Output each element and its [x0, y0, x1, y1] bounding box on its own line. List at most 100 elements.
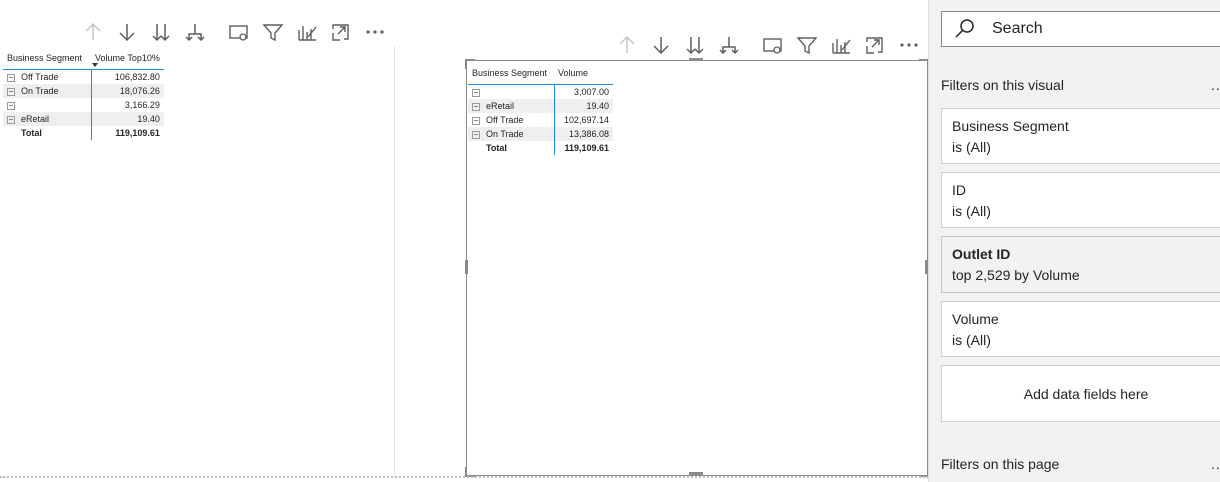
filter-field-name: Outlet ID — [952, 246, 1011, 262]
visual2-toolbar — [610, 31, 926, 59]
add-data-fields-dropzone[interactable]: Add data fields here — [941, 365, 1220, 422]
analytics-icon[interactable] — [824, 31, 858, 59]
table-row: 3,166.29 — [3, 98, 164, 112]
matrix-table: Business Segment Volume 3,007.00 eRetail… — [468, 62, 613, 155]
next-level-double-arrow-icon[interactable] — [144, 18, 178, 46]
header-business-segment[interactable]: Business Segment — [3, 47, 91, 70]
next-level-double-arrow-icon[interactable] — [678, 31, 712, 59]
table-row: eRetail 19.40 — [3, 112, 164, 126]
row-label: eRetail — [3, 112, 92, 126]
row-value: 106,832.80 — [114, 72, 160, 82]
total-text: Total — [486, 143, 507, 153]
more-options-icon[interactable] — [358, 18, 392, 46]
visual1-toolbar — [76, 18, 392, 46]
segment-name: On Trade — [21, 86, 59, 96]
drill-down-arrow-icon[interactable] — [644, 31, 678, 59]
expand-plus-icon[interactable] — [472, 130, 480, 139]
visual1-matrix[interactable]: Business Segment Volume Top10% Off Trade… — [0, 46, 395, 478]
expand-hierarchy-icon[interactable] — [178, 18, 212, 46]
filter-card-business-segment[interactable]: Business Segment is (All) — [941, 108, 1220, 164]
resize-top-handle[interactable] — [689, 58, 703, 61]
expand-icon[interactable] — [324, 18, 358, 46]
table-row: Off Trade 102,697.14 — [468, 113, 613, 127]
filter-icon[interactable] — [790, 31, 824, 59]
filter-condition: top 2,529 by Volume — [952, 267, 1080, 283]
segment-name: Off Trade — [486, 115, 524, 125]
table-row: Off Trade 106,832.80 — [3, 69, 164, 84]
filter-condition: is (All) — [952, 139, 991, 155]
analytics-icon[interactable] — [290, 18, 324, 46]
table-row: On Trade 18,076.26 — [3, 84, 164, 98]
filter-card-id[interactable]: ID is (All) — [941, 172, 1220, 228]
drill-up-arrow-icon[interactable] — [76, 18, 110, 46]
more-options-icon[interactable] — [892, 31, 926, 59]
row-label — [3, 98, 92, 112]
filter-field-name: Volume — [952, 311, 999, 327]
drill-up-arrow-icon[interactable] — [610, 31, 644, 59]
row-label — [468, 84, 555, 99]
expand-plus-icon[interactable] — [7, 101, 15, 110]
visual2-matrix[interactable]: Business Segment Volume 3,007.00 eRetail… — [466, 60, 928, 476]
filter-field-name: ID — [952, 182, 966, 198]
resize-bottom-handle[interactable] — [689, 472, 703, 475]
filter-pane: Filters on this visual .. Business Segme… — [928, 0, 1220, 482]
filter-icon[interactable] — [256, 18, 290, 46]
section-more-icon[interactable]: .. — [1211, 77, 1220, 93]
row-value: 18,076.26 — [91, 84, 164, 98]
search-icon — [955, 19, 974, 38]
row-value: 13,386.08 — [554, 127, 613, 141]
segment-name: On Trade — [486, 129, 524, 139]
page-boundary — [0, 476, 928, 478]
row-label: Off Trade — [468, 113, 555, 127]
expand-plus-icon[interactable] — [472, 116, 480, 125]
expand-plus-icon[interactable] — [7, 87, 15, 96]
expand-plus-icon[interactable] — [472, 88, 480, 97]
focus-mode-icon[interactable] — [756, 31, 790, 59]
total-label: Total — [468, 141, 555, 155]
search-input[interactable] — [990, 19, 1194, 39]
header-volume-top10[interactable]: Volume Top10% — [91, 47, 164, 70]
table-row: eRetail 19.40 — [468, 99, 613, 113]
expand-hierarchy-icon[interactable] — [712, 31, 746, 59]
filter-search[interactable] — [941, 11, 1220, 47]
total-value: 119,109.61 — [115, 128, 160, 138]
row-value: 19.40 — [91, 112, 164, 126]
row-value: 3,007.00 — [573, 87, 609, 97]
segment-name: eRetail — [21, 114, 50, 124]
filter-condition: is (All) — [952, 332, 991, 348]
total-label: Total — [3, 126, 92, 140]
filter-condition: is (All) — [952, 203, 991, 219]
matrix-table: Business Segment Volume Top10% Off Trade… — [3, 47, 164, 140]
filter-field-name: Business Segment — [952, 118, 1069, 134]
expand-icon[interactable] — [858, 31, 892, 59]
total-row: Total 119,109.61 — [3, 126, 164, 140]
filters-on-page-title: Filters on this page — [941, 456, 1060, 472]
header-business-segment[interactable]: Business Segment — [468, 62, 554, 85]
row-label: eRetail — [468, 99, 555, 113]
filter-card-outlet-id[interactable]: Outlet ID top 2,529 by Volume — [941, 236, 1220, 293]
expand-plus-icon[interactable] — [7, 115, 15, 124]
resize-corner-handle[interactable] — [465, 59, 475, 69]
header-volume[interactable]: Volume — [554, 62, 613, 85]
filters-on-visual-title: Filters on this visual — [941, 77, 1064, 93]
expand-plus-icon[interactable] — [472, 102, 480, 111]
focus-mode-icon[interactable] — [222, 18, 256, 46]
row-value: 102,697.14 — [563, 115, 609, 125]
segment-name: eRetail — [486, 101, 515, 111]
row-value: 3,166.29 — [124, 100, 160, 110]
total-value: 119,109.61 — [564, 143, 609, 153]
row-value: 19.40 — [554, 99, 613, 113]
total-row: Total 119,109.61 — [468, 141, 613, 155]
drill-down-arrow-icon[interactable] — [110, 18, 144, 46]
expand-plus-icon[interactable] — [7, 73, 15, 82]
resize-left-handle[interactable] — [465, 260, 468, 274]
row-label: On Trade — [3, 84, 92, 98]
segment-name: Off Trade — [21, 72, 59, 82]
table-row: On Trade 13,386.08 — [468, 127, 613, 141]
filter-card-volume[interactable]: Volume is (All) — [941, 301, 1220, 357]
total-text: Total — [21, 128, 42, 138]
row-label: Off Trade — [3, 69, 92, 84]
table-row: 3,007.00 — [468, 84, 613, 99]
section-more-icon[interactable]: .. — [1211, 456, 1220, 472]
row-label: On Trade — [468, 127, 555, 141]
